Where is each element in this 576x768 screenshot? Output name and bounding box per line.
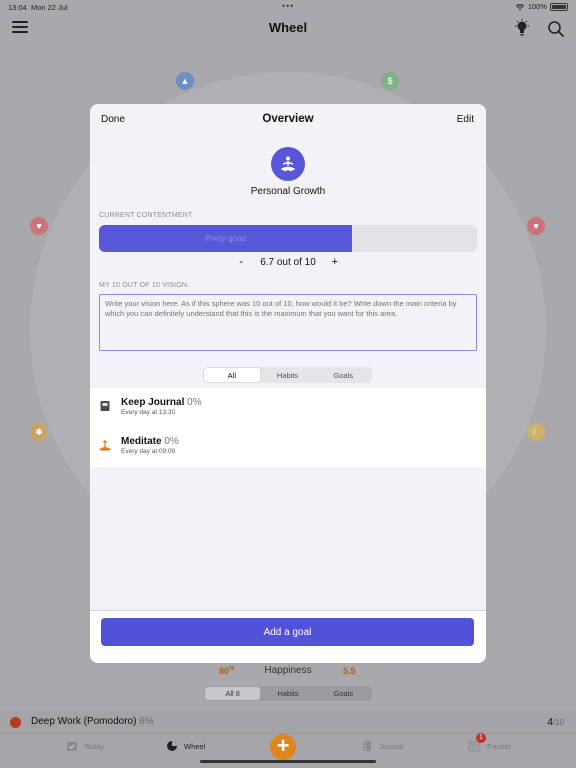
modal-header: Done Overview Edit bbox=[90, 104, 486, 136]
item-schedule: Every day at 09:00 bbox=[121, 448, 176, 455]
contentment-slider[interactable]: Pretty good bbox=[99, 225, 477, 252]
battery-icon bbox=[550, 2, 568, 11]
sphere-leisure-icon[interactable]: ☾ bbox=[527, 423, 545, 441]
sphere-friends-icon[interactable]: ✱ bbox=[30, 423, 48, 441]
meditation-icon bbox=[99, 440, 111, 451]
calendar-check-icon bbox=[67, 742, 77, 751]
sphere-name: Personal Growth bbox=[250, 186, 326, 197]
wheel-filter-segmented: All 8 Habits Goals bbox=[204, 686, 372, 701]
contentment-value: 6.7 out of 10 bbox=[260, 256, 316, 268]
wheel-filter-all[interactable]: All 8 bbox=[205, 687, 261, 700]
tracker-badge: 1 bbox=[476, 733, 486, 743]
modal-title: Overview bbox=[262, 113, 314, 125]
filter-goals[interactable]: Goals bbox=[315, 368, 371, 382]
status-bar: 13:04 Mon 22 Jul ••• 100% bbox=[0, 0, 576, 14]
tomato-icon bbox=[10, 717, 21, 728]
battery-percent: 100% bbox=[527, 2, 547, 11]
status-time-date: 13:04 Mon 22 Jul bbox=[8, 3, 68, 12]
vision-input[interactable] bbox=[99, 294, 477, 351]
sphere-love-icon[interactable]: ♥ bbox=[527, 217, 545, 235]
habit-list: Keep Journal 0% Every day at 13:30 Medit… bbox=[90, 388, 486, 467]
home-indicator bbox=[200, 760, 376, 763]
nav-title: Wheel bbox=[268, 20, 308, 35]
add-button[interactable]: + bbox=[270, 734, 296, 760]
modal-footer: Add a goal bbox=[90, 611, 486, 663]
sphere-health-icon[interactable]: ♥ bbox=[30, 217, 48, 235]
list-item-deep-work[interactable]: Deep Work (Pomodoro) 6% 4/10 bbox=[0, 711, 576, 733]
tab-tracker[interactable]: Tracker bbox=[468, 740, 511, 752]
contentment-fill: Pretty good bbox=[99, 225, 353, 252]
journal-icon bbox=[100, 401, 110, 411]
list-item[interactable]: Meditate 0% Every day at 09:00 bbox=[90, 427, 486, 465]
meditation-icon bbox=[271, 147, 305, 181]
book-icon bbox=[363, 741, 371, 751]
sphere-finance-icon[interactable]: $ bbox=[381, 72, 399, 90]
deep-work-count: 4/10 bbox=[547, 717, 564, 728]
wifi-icon bbox=[515, 3, 525, 10]
wheel-filter-habits[interactable]: Habits bbox=[260, 687, 315, 700]
multitask-dots[interactable]: ••• bbox=[282, 1, 294, 11]
sphere-growth-icon[interactable]: ▲ bbox=[176, 72, 194, 90]
status-right: 100% bbox=[515, 2, 568, 11]
contentment-stepper: - 6.7 out of 10 + bbox=[90, 256, 486, 268]
pie-chart-icon bbox=[167, 741, 177, 751]
overview-modal: Done Overview Edit Personal Growth CURRE… bbox=[90, 104, 486, 663]
wheel-filter-goals[interactable]: Goals bbox=[316, 687, 371, 700]
lightbulb-icon[interactable] bbox=[514, 19, 530, 37]
nav-bar: Wheel bbox=[0, 14, 576, 42]
increase-button[interactable]: + bbox=[330, 256, 340, 268]
item-title: Keep Journal 0% bbox=[121, 397, 202, 408]
decrease-button[interactable]: - bbox=[236, 256, 246, 268]
stat-right-value: 5.5 bbox=[343, 666, 356, 676]
filter-habits[interactable]: Habits bbox=[260, 368, 316, 382]
deep-work-title: Deep Work (Pomodoro) 6% bbox=[31, 716, 154, 727]
filter-segmented: All Habits Goals bbox=[203, 367, 372, 383]
vision-label: MY 10 OUT OF 10 VISION bbox=[99, 282, 188, 289]
contentment-label: CURRENT CONTENTMENT bbox=[99, 212, 193, 219]
wheel-stats: 80% Happiness 5.5 bbox=[0, 660, 576, 684]
tab-journal[interactable]: Journal bbox=[361, 740, 404, 752]
add-goal-button[interactable]: Add a goal bbox=[101, 618, 474, 646]
tab-today[interactable]: Today bbox=[66, 740, 104, 752]
filter-all[interactable]: All bbox=[204, 368, 260, 382]
edit-button[interactable]: Edit bbox=[457, 114, 474, 125]
list-item[interactable]: Keep Journal 0% Every day at 13:30 bbox=[90, 388, 486, 426]
stat-center-label: Happiness bbox=[264, 665, 312, 676]
item-title: Meditate 0% bbox=[121, 436, 179, 447]
tab-wheel[interactable]: Wheel bbox=[166, 740, 205, 752]
search-icon[interactable] bbox=[547, 20, 565, 38]
item-schedule: Every day at 13:30 bbox=[121, 409, 176, 416]
